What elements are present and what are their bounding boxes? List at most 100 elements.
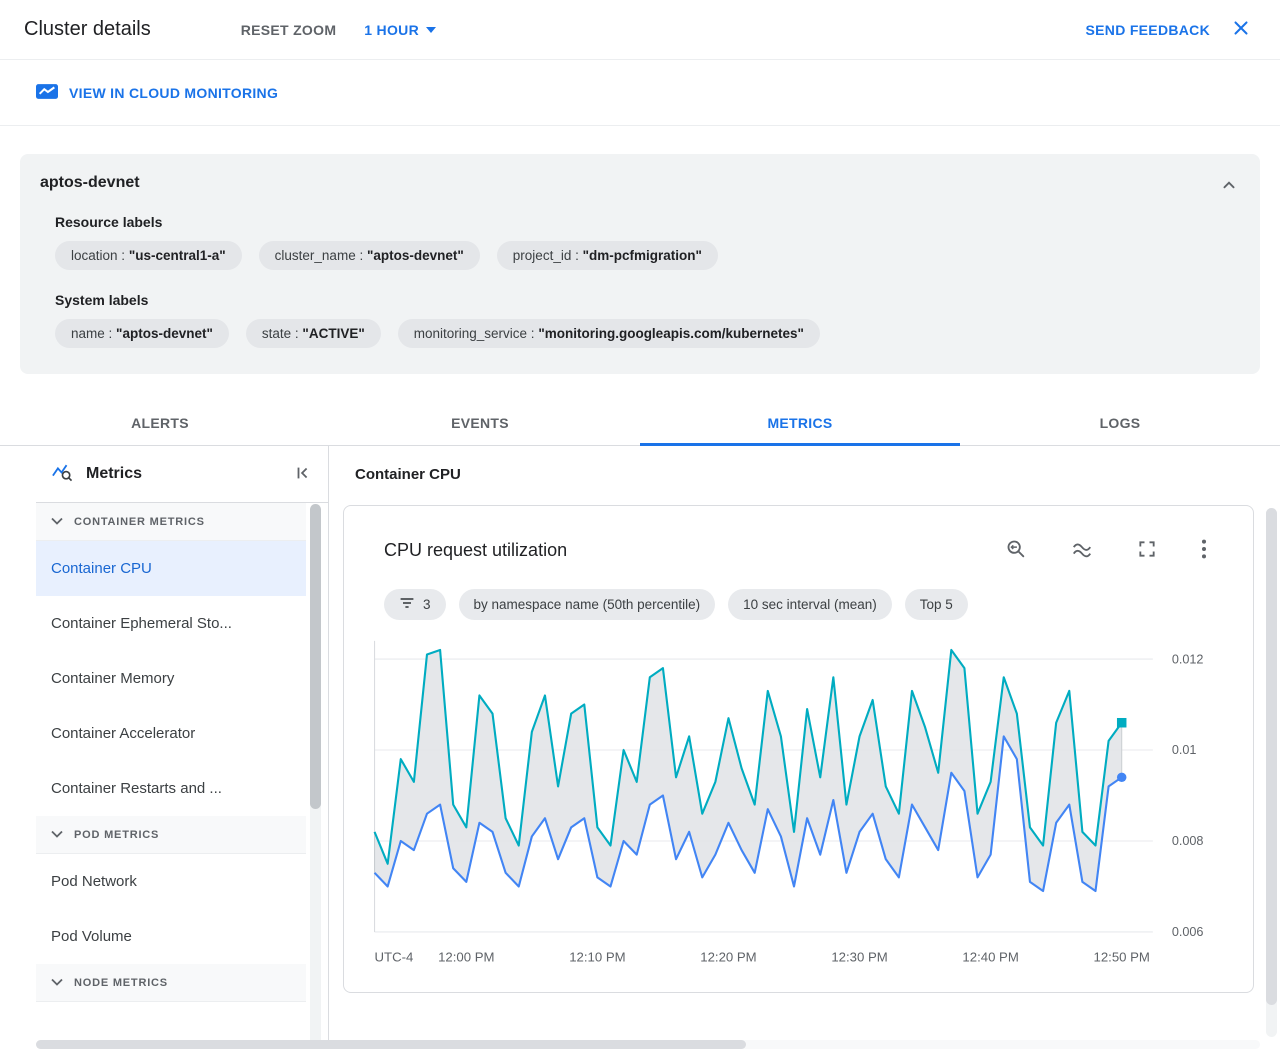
send-feedback-button[interactable]: SEND FEEDBACK [1072,14,1224,46]
reset-zoom-button[interactable]: RESET ZOOM [227,14,351,46]
view-in-cloud-monitoring-label: VIEW IN CLOUD MONITORING [69,84,279,101]
groupby-chip[interactable]: by namespace name (50th percentile) [458,589,716,620]
zoom-reset-icon [1005,538,1027,563]
metric-panel: Container CPU CPU request utilization 3 … [329,446,1280,1049]
cluster-name: aptos-devnet [40,174,140,191]
section-label: CONTAINER METRICS [74,515,205,528]
label-value: "us-central1-a" [128,248,226,263]
horizontal-scrollbar[interactable] [36,1040,1260,1049]
svg-text:0.012: 0.012 [1172,652,1204,666]
sidebar-item-container-ephemeral-storage[interactable]: Container Ephemeral Sto... [36,596,306,651]
chevron-down-icon [51,977,63,989]
zoom-reset-button[interactable] [999,532,1033,569]
section-label: NODE METRICS [74,976,168,989]
label-key: monitoring_service [414,326,539,341]
area-waves-icon [1071,538,1093,563]
horizontal-scrollbar-thumb[interactable] [36,1040,746,1049]
sidebar-item-container-restarts[interactable]: Container Restarts and ... [36,761,306,816]
cluster-info-card: aptos-devnet Resource labels location"us… [20,154,1260,374]
metric-panel-title: Container CPU [355,466,461,483]
tab-events[interactable]: EVENTS [320,400,640,445]
label-chip[interactable]: monitoring_service"monitoring.googleapis… [397,319,820,348]
chart-header: CPU request utilization [364,532,1233,569]
system-labels-list: name"aptos-devnet" state"ACTIVE" monitor… [40,319,1240,348]
metrics-content: Metrics CONTAINER METRICS Container CPU … [0,446,1280,1049]
section-container-metrics[interactable]: CONTAINER METRICS [36,503,306,541]
collapse-card-button[interactable] [1212,168,1246,205]
metrics-explorer-icon [51,462,73,487]
metrics-list: CONTAINER METRICS Container CPU Containe… [36,503,306,1002]
filter-count-chip[interactable]: 3 [384,589,446,620]
filter-icon [399,596,415,613]
fullscreen-icon [1137,539,1157,562]
chart-filter-chips: 3 by namespace name (50th percentile) 10… [384,589,1213,620]
chart-title: CPU request utilization [384,540,568,560]
collapse-sidebar-button[interactable] [288,458,318,491]
collapse-panel-icon [294,464,312,485]
content-scrollbar-thumb[interactable] [1266,508,1277,1006]
sidebar-item-container-memory[interactable]: Container Memory [36,651,306,706]
page-title: Cluster details [24,18,151,40]
tab-logs[interactable]: LOGS [960,400,1280,445]
close-icon [1230,17,1252,42]
chart-card: CPU request utilization 3 by namespace n… [343,505,1254,994]
label-key: location [71,248,129,263]
topn-chip[interactable]: Top 5 [904,589,968,620]
view-in-cloud-monitoring-link[interactable]: VIEW IN CLOUD MONITORING [36,83,278,103]
label-chip[interactable]: name"aptos-devnet" [55,319,229,348]
svg-text:UTC-4: UTC-4 [375,949,414,964]
chart-toolbar [999,532,1213,569]
section-pod-metrics[interactable]: POD METRICS [36,816,306,854]
label-key: project_id [513,248,583,263]
tab-metrics[interactable]: METRICS [640,400,960,446]
monitoring-chart-icon [36,83,58,103]
tab-alerts[interactable]: ALERTS [0,400,320,445]
label-value: "ACTIVE" [302,326,365,341]
svg-text:12:40 PM: 12:40 PM [962,949,1018,964]
label-value: "dm-pcfmigration" [582,248,702,263]
svg-text:12:30 PM: 12:30 PM [831,949,887,964]
chevron-down-icon [425,26,436,33]
cpu-utilization-chart[interactable]: 0.006 0.008 0.01 0.012 UTC-4 12:00 PM 12:10 PM… [364,624,1233,978]
sidebar-item-pod-volume[interactable]: Pod Volume [36,909,306,964]
metrics-sidebar: Metrics CONTAINER METRICS Container CPU … [36,446,329,1049]
label-chip[interactable]: state"ACTIVE" [245,319,381,348]
section-label: POD METRICS [74,828,160,841]
svg-text:12:00 PM: 12:00 PM [438,949,494,964]
resource-labels-title: Resource labels [55,214,163,230]
svg-text:0.008: 0.008 [1172,834,1204,848]
chart-mode-button[interactable] [1065,532,1099,569]
label-key: state [262,326,303,341]
section-node-metrics[interactable]: NODE METRICS [36,964,306,1002]
svg-text:12:10 PM: 12:10 PM [569,949,625,964]
svg-text:12:50 PM: 12:50 PM [1094,949,1150,964]
label-chip[interactable]: cluster_name"aptos-devnet" [258,241,480,270]
fullscreen-button[interactable] [1131,533,1163,568]
sidebar-item-container-accelerator[interactable]: Container Accelerator [36,706,306,761]
svg-text:12:20 PM: 12:20 PM [700,949,756,964]
svg-text:0.01: 0.01 [1172,743,1197,757]
interval-chip[interactable]: 10 sec interval (mean) [728,589,892,620]
sidebar-item-pod-network[interactable]: Pod Network [36,854,306,909]
sidebar-item-container-cpu[interactable]: Container CPU [36,541,306,596]
label-value: "aptos-devnet" [116,326,213,341]
resource-labels-list: location"us-central1-a" cluster_name"apt… [40,241,1240,270]
close-button[interactable] [1224,11,1258,48]
monitoring-row: VIEW IN CLOUD MONITORING [0,60,1280,126]
chart-menu-button[interactable] [1195,532,1213,569]
label-key: name [71,326,116,341]
kebab-menu-icon [1201,538,1207,563]
label-chip[interactable]: location"us-central1-a" [55,241,242,270]
sidebar-scrollbar-thumb[interactable] [310,504,321,810]
label-value: "monitoring.googleapis.com/kubernetes" [538,326,804,341]
label-chip[interactable]: project_id"dm-pcfmigration" [496,241,718,270]
header-bar: Cluster details RESET ZOOM 1 HOUR SEND F… [0,0,1280,60]
svg-text:0.006: 0.006 [1172,925,1204,939]
time-range-dropdown[interactable]: 1 HOUR [350,14,450,46]
chevron-down-icon [51,516,63,528]
label-value: "aptos-devnet" [366,248,464,263]
time-range-label: 1 HOUR [364,21,419,38]
chevron-up-icon [1218,174,1240,199]
sidebar-scrollbar[interactable] [310,504,321,1049]
content-scrollbar[interactable] [1266,508,1277,1037]
